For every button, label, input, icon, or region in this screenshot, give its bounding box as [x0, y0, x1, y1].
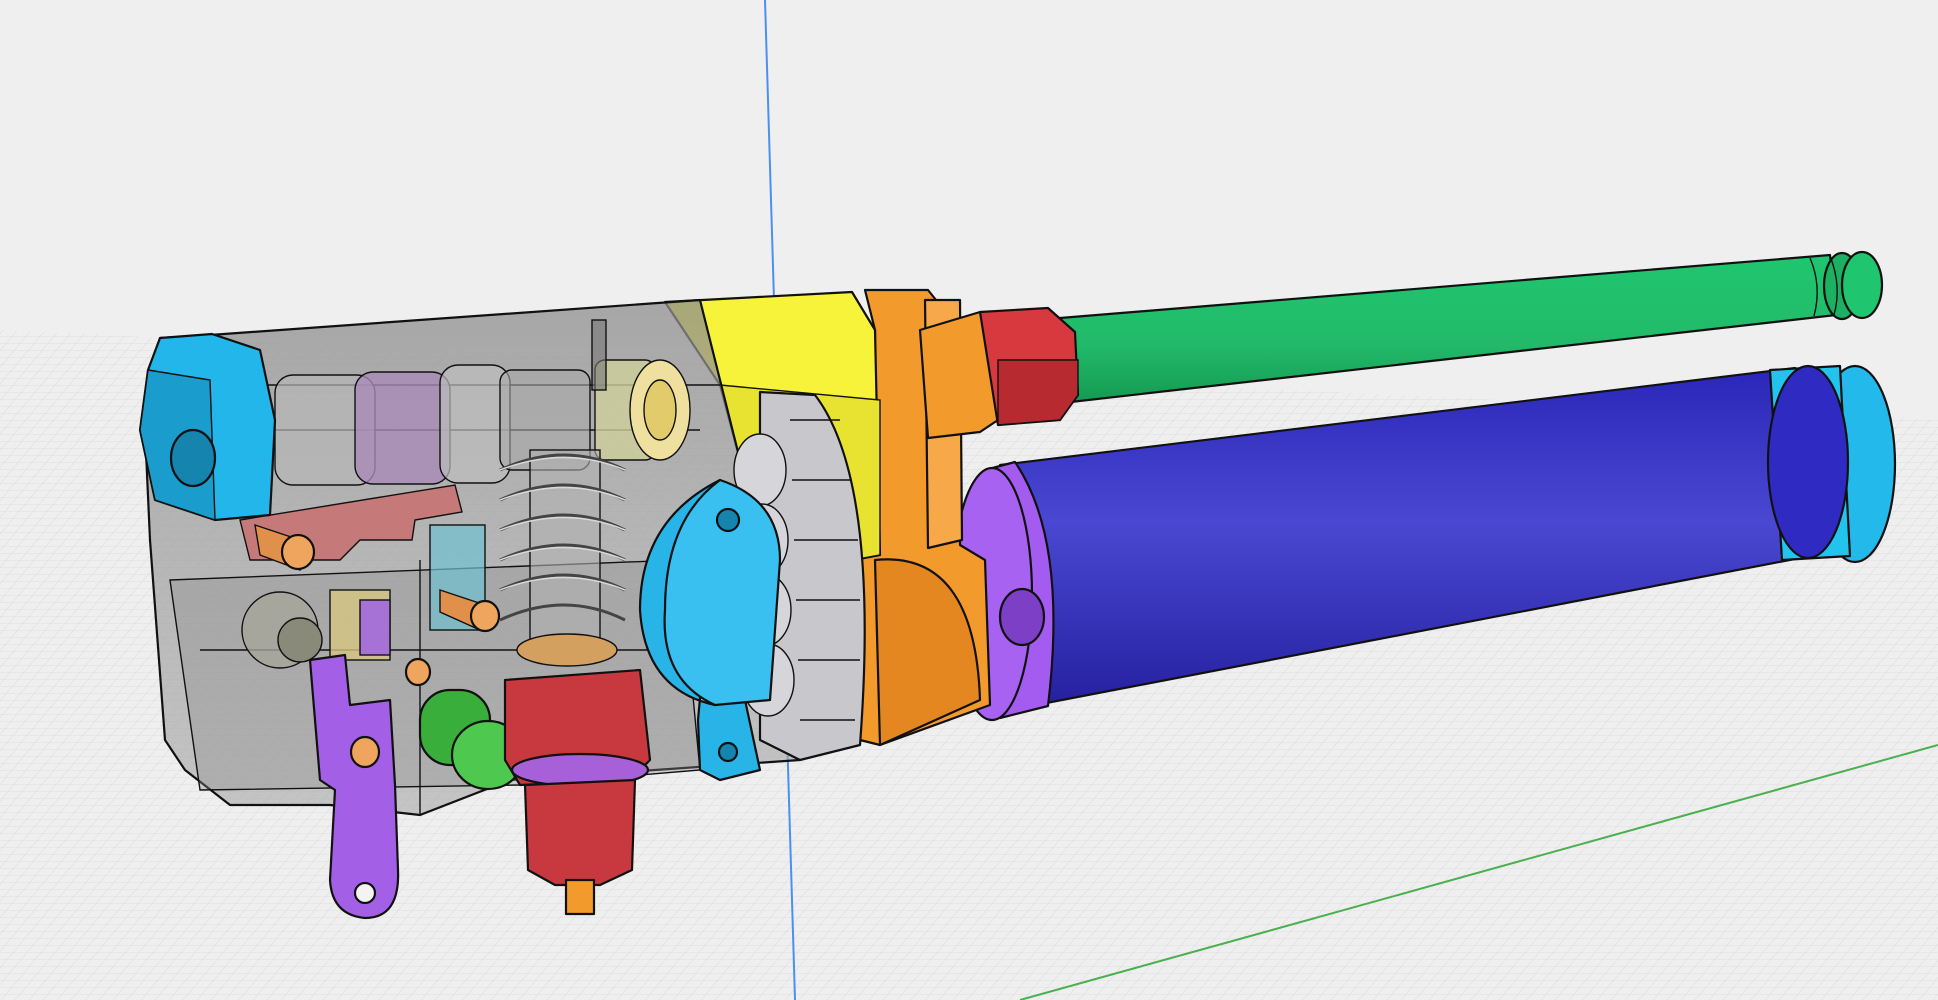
- end-cap[interactable]: [138, 332, 277, 522]
- 3d-viewport[interactable]: [0, 0, 1938, 1000]
- pin-4: [349, 735, 381, 769]
- barrel-nut[interactable]: [918, 306, 1080, 440]
- pin-3: [404, 657, 432, 687]
